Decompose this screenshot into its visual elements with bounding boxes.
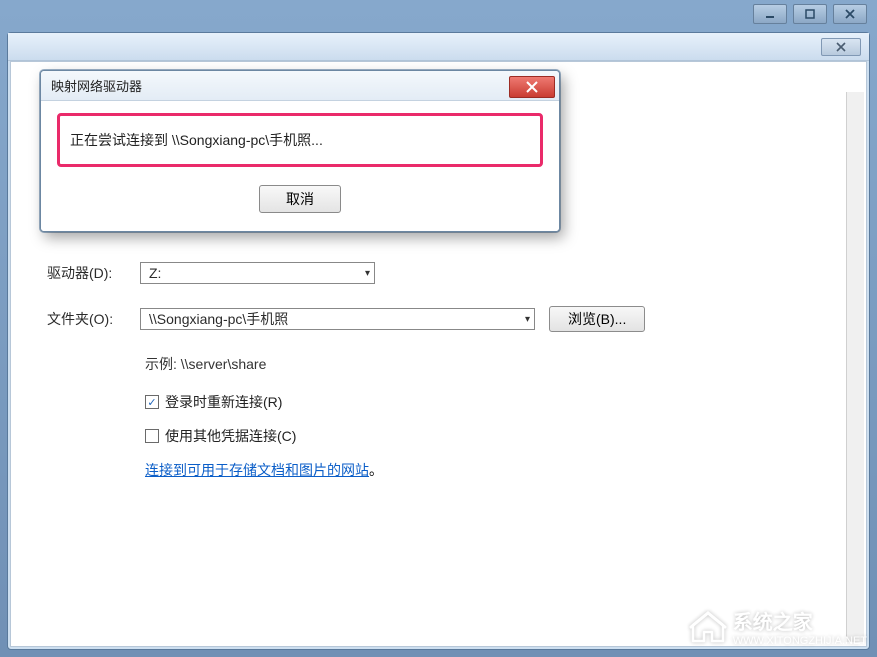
- reconnect-checkbox[interactable]: ✓: [145, 395, 159, 409]
- progress-dialog-body: 正在尝试连接到 \\Songxiang-pc\手机照... 取消: [41, 101, 559, 231]
- status-text: 正在尝试连接到 \\Songxiang-pc\手机照...: [70, 132, 323, 148]
- storage-link[interactable]: 连接到可用于存储文档和图片的网站: [145, 462, 369, 478]
- progress-dialog-titlebar: 映射网络驱动器: [41, 71, 559, 101]
- folder-dropdown[interactable]: \\Songxiang-pc\手机照 ▾: [140, 308, 535, 330]
- house-icon: [689, 610, 727, 644]
- link-line: 连接到可用于存储文档和图片的网站。: [145, 460, 836, 480]
- reconnect-checkbox-line[interactable]: ✓ 登录时重新连接(R): [145, 392, 836, 412]
- progress-dialog: 映射网络驱动器 正在尝试连接到 \\Songxiang-pc\手机照... 取消: [40, 70, 560, 232]
- form-area: 驱动器(D): Z: ▾ 文件夹(O): \\Songxiang-pc\手机照 …: [41, 262, 836, 480]
- progress-dialog-buttons: 取消: [57, 185, 543, 213]
- drive-dropdown[interactable]: Z: ▾: [140, 262, 375, 284]
- inner-titlebar: [8, 33, 869, 61]
- link-suffix: 。: [369, 462, 383, 478]
- close-button[interactable]: [833, 4, 867, 24]
- outer-titlebar: [753, 0, 877, 30]
- chevron-down-icon: ▾: [365, 268, 370, 279]
- progress-dialog-close-button[interactable]: [509, 76, 555, 98]
- watermark: 系统之家 WWW.XITONGZHIJIA.NET: [689, 606, 867, 647]
- cancel-button[interactable]: 取消: [259, 185, 341, 213]
- reconnect-label: 登录时重新连接(R): [165, 392, 282, 412]
- status-highlight-box: 正在尝试连接到 \\Songxiang-pc\手机照...: [57, 113, 543, 167]
- browse-button[interactable]: 浏览(B)...: [549, 306, 645, 332]
- folder-label: 文件夹(O):: [41, 309, 126, 329]
- folder-value: \\Songxiang-pc\手机照: [149, 309, 288, 329]
- drive-row: 驱动器(D): Z: ▾: [41, 262, 836, 284]
- other-creds-label: 使用其他凭据连接(C): [165, 426, 296, 446]
- other-creds-checkbox-line[interactable]: 使用其他凭据连接(C): [145, 426, 836, 446]
- watermark-text: 系统之家: [733, 612, 813, 634]
- scrollbar[interactable]: [846, 92, 864, 642]
- example-text: 示例: \\server\share: [145, 354, 836, 374]
- indent-block: 示例: \\server\share ✓ 登录时重新连接(R) 使用其他凭据连接…: [145, 354, 836, 480]
- other-creds-checkbox[interactable]: [145, 429, 159, 443]
- inner-close-button[interactable]: [821, 38, 861, 56]
- chevron-down-icon: ▾: [525, 314, 530, 325]
- minimize-button[interactable]: [753, 4, 787, 24]
- drive-label: 驱动器(D):: [41, 263, 126, 283]
- maximize-button[interactable]: [793, 4, 827, 24]
- progress-dialog-title: 映射网络驱动器: [51, 76, 142, 95]
- folder-row: 文件夹(O): \\Songxiang-pc\手机照 ▾ 浏览(B)...: [41, 306, 836, 332]
- watermark-url: WWW.XITONGZHIJIA.NET: [733, 635, 867, 647]
- drive-value: Z:: [149, 265, 161, 281]
